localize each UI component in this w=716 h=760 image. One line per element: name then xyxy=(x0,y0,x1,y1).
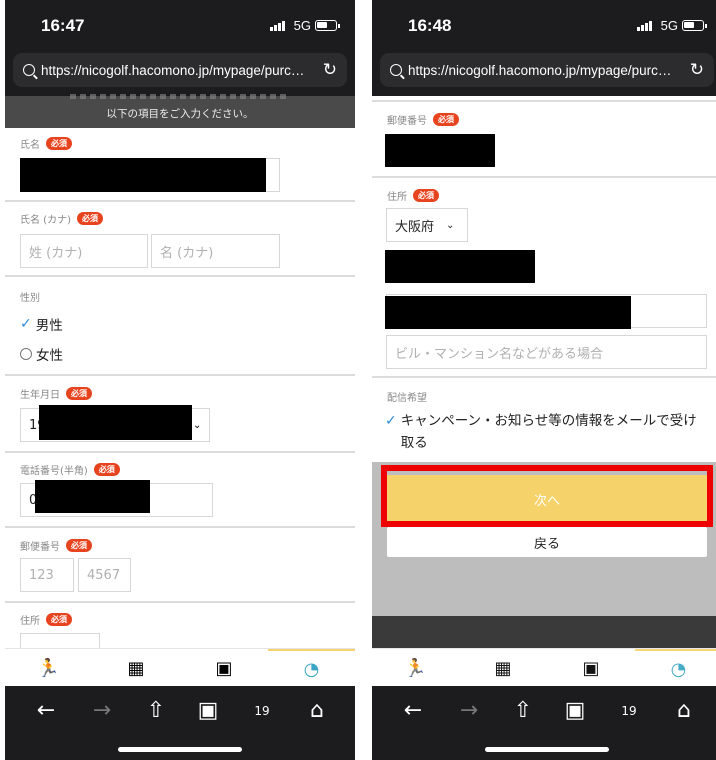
qr-code-icon[interactable]: ▣ xyxy=(180,649,268,687)
address-label: 住所 必須 xyxy=(20,612,72,627)
signal-icon xyxy=(270,21,285,31)
postal-first-field[interactable]: 123 xyxy=(20,558,74,592)
battery-icon xyxy=(682,20,707,31)
required-badge: 必須 xyxy=(433,113,459,126)
back-button[interactable]: 戻る xyxy=(387,527,707,557)
delivery-label: 配信希望 xyxy=(387,393,427,404)
gender-female-option[interactable]: 女性 xyxy=(20,344,63,364)
left-screen: 16:47 5G https://nicogolf.hacomono.jp/my… xyxy=(5,0,355,760)
redacted-block xyxy=(385,296,631,329)
kana-last-field[interactable]: 姓 (カナ) xyxy=(20,234,148,268)
birthdate-label: 生年月日 必須 xyxy=(20,386,92,401)
postal-second-field[interactable]: 4567 xyxy=(78,558,131,592)
chevron-down-icon: ⌄ xyxy=(193,420,202,431)
back-arrow-icon[interactable]: ← xyxy=(398,696,428,726)
required-badge: 必須 xyxy=(93,463,120,476)
delivery-option[interactable]: ✓ キャンペーン・お知らせ等の情報をメールで受け取る xyxy=(385,410,710,454)
calendar-icon[interactable]: ▦ xyxy=(459,649,547,687)
runner-icon[interactable]: 🏃 xyxy=(372,649,459,687)
address-bar[interactable]: https://nicogolf.hacomono.jp/mypage/purc… xyxy=(380,53,714,87)
gender-label: 性別 xyxy=(20,293,40,304)
network-label: 5G xyxy=(293,18,311,33)
tabs-icon[interactable]: 19 xyxy=(614,696,644,726)
home-icon[interactable]: ⌂ xyxy=(669,696,699,726)
right-screen: 16:48 5G https://nicogolf.hacomono.jp/my… xyxy=(372,0,716,760)
kana-first-field[interactable]: 名 (カナ) xyxy=(151,234,280,268)
reload-icon[interactable]: ↻ xyxy=(690,60,704,80)
redacted-block xyxy=(35,480,150,513)
battery-icon xyxy=(315,20,340,31)
phone-label: 電話番号(半角) 必須 xyxy=(20,462,120,477)
redacted-block xyxy=(39,405,192,440)
share-icon[interactable]: ⇧ xyxy=(141,696,171,726)
bookmarks-icon[interactable]: ▣ xyxy=(560,696,590,726)
building-field[interactable]: ビル・マンション名などがある場合 xyxy=(386,335,707,369)
browser-toolbar: ← → ⇧ ▣ 19 ⌂ xyxy=(5,686,355,760)
network-label: 5G xyxy=(660,18,678,33)
home-indicator xyxy=(485,747,609,752)
home-indicator xyxy=(118,747,242,752)
required-badge: 必須 xyxy=(76,212,103,225)
calendar-icon[interactable]: ▦ xyxy=(92,649,180,687)
status-bar: 16:47 5G xyxy=(5,0,355,48)
status-time: 16:47 xyxy=(41,16,85,35)
gender-male-option[interactable]: ✓ 男性 xyxy=(20,314,63,334)
required-badge: 必須 xyxy=(413,189,439,202)
required-badge: 必須 xyxy=(66,539,92,552)
back-arrow-icon[interactable]: ← xyxy=(31,696,61,726)
browser-toolbar: ← → ⇧ ▣ 19 ⌂ xyxy=(372,686,716,760)
status-bar: 16:48 5G xyxy=(372,0,716,48)
form-notice: 以下の項目をご入力ください。 xyxy=(5,94,355,128)
search-icon xyxy=(23,64,35,76)
redacted-block xyxy=(385,250,535,283)
forward-arrow-icon[interactable]: → xyxy=(87,696,117,726)
status-time: 16:48 xyxy=(408,16,452,35)
kana-label: 氏名 (カナ) 必須 xyxy=(20,211,103,226)
runner-icon[interactable]: 🏃 xyxy=(5,649,92,687)
url-text: https://nicogolf.hacomono.jp/mypage/purc… xyxy=(408,62,672,78)
reload-icon[interactable]: ↻ xyxy=(323,60,337,80)
redacted-block xyxy=(20,158,266,192)
app-tab-bar: 🏃 ▦ ▣ ◔ xyxy=(5,648,355,686)
check-icon: ✓ xyxy=(20,316,32,332)
address-label: 住所 必須 xyxy=(387,188,439,203)
prefecture-select[interactable]: 大阪府 ⌄ xyxy=(386,208,468,242)
search-icon xyxy=(390,64,402,76)
postal-label: 郵便番号 必須 xyxy=(20,538,92,553)
required-badge: 必須 xyxy=(46,137,72,150)
check-icon: ✓ xyxy=(385,413,397,429)
required-badge: 必須 xyxy=(66,387,92,400)
redacted-block xyxy=(385,134,495,167)
home-icon[interactable]: ⌂ xyxy=(302,696,332,726)
name-label: 氏名 必須 xyxy=(20,136,72,151)
app-tab-bar: 🏃 ▦ ▣ ◔ xyxy=(372,648,716,686)
chevron-down-icon: ⌄ xyxy=(446,219,455,231)
bookmarks-icon[interactable]: ▣ xyxy=(193,696,223,726)
postal-label: 郵便番号 必須 xyxy=(387,112,459,127)
share-icon[interactable]: ⇧ xyxy=(508,696,538,726)
url-text: https://nicogolf.hacomono.jp/mypage/purc… xyxy=(41,62,305,78)
forward-arrow-icon[interactable]: → xyxy=(454,696,484,726)
user-icon[interactable]: ◔ xyxy=(268,649,355,687)
highlight-box xyxy=(381,465,713,527)
address-bar[interactable]: https://nicogolf.hacomono.jp/mypage/purc… xyxy=(13,53,347,87)
signal-icon xyxy=(637,21,652,31)
user-icon[interactable]: ◔ xyxy=(635,649,716,687)
required-badge: 必須 xyxy=(46,613,72,626)
qr-code-icon[interactable]: ▣ xyxy=(547,649,635,687)
radio-icon xyxy=(20,348,32,360)
tabs-icon[interactable]: 19 xyxy=(247,696,277,726)
